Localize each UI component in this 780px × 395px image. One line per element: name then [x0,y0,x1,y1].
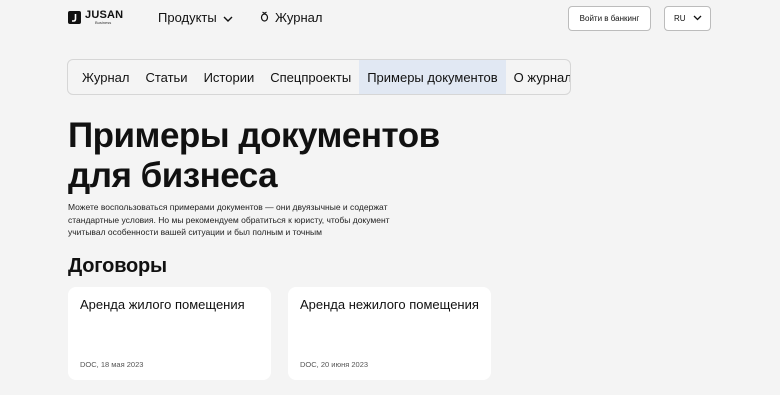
header: JUSAN Business Продукты Журнал Войти в б… [0,0,780,38]
tab-special-projects[interactable]: Спецпроекты [262,60,359,94]
chevron-down-icon [693,14,702,23]
products-label: Продукты [158,10,217,25]
tab-articles[interactable]: Статьи [137,60,195,94]
page-title-line1: Примеры документов [68,116,440,155]
page-title-line2: для бизнеса [68,156,278,195]
document-card-title: Аренда нежилого помещения [300,297,479,312]
document-card-meta: DOC, 18 мая 2023 [80,360,144,369]
chevron-down-icon [223,10,233,25]
document-card-title: Аренда жилого помещения [80,297,245,312]
journal-label: Журнал [275,10,323,25]
journal-link[interactable]: Журнал [260,10,322,25]
jusan-logo[interactable]: JUSAN Business [68,10,123,25]
page-description: Можете воспользоваться примерами докумен… [68,202,390,237]
document-card[interactable]: Аренда жилого помещения DOC, 18 мая 2023 [68,287,271,380]
tab-document-examples[interactable]: Примеры документов [359,60,506,94]
tab-journal[interactable]: Журнал [74,60,137,94]
jusan-logo-icon [68,11,81,24]
section-title-contracts: Договоры [68,255,167,277]
tab-stories[interactable]: Истории [196,60,263,94]
document-card[interactable]: Аренда нежилого помещения DOC, 20 июня 2… [288,287,491,380]
language-select[interactable]: RU [664,6,711,31]
login-banking-button[interactable]: Войти в банкинг [568,6,651,31]
logo-text: JUSAN Business [85,10,123,25]
document-card-meta: DOC, 20 июня 2023 [300,360,369,369]
journal-icon [260,11,269,25]
language-value: RU [674,14,686,23]
page-title: Примеры документов для бизнеса [68,116,528,196]
products-menu[interactable]: Продукты [158,10,233,25]
logo-sub: Business [95,20,112,25]
tab-about-journal[interactable]: О журнале [506,60,570,94]
journal-tabs: Журнал Статьи Истории Спецпроекты Пример… [67,59,571,95]
